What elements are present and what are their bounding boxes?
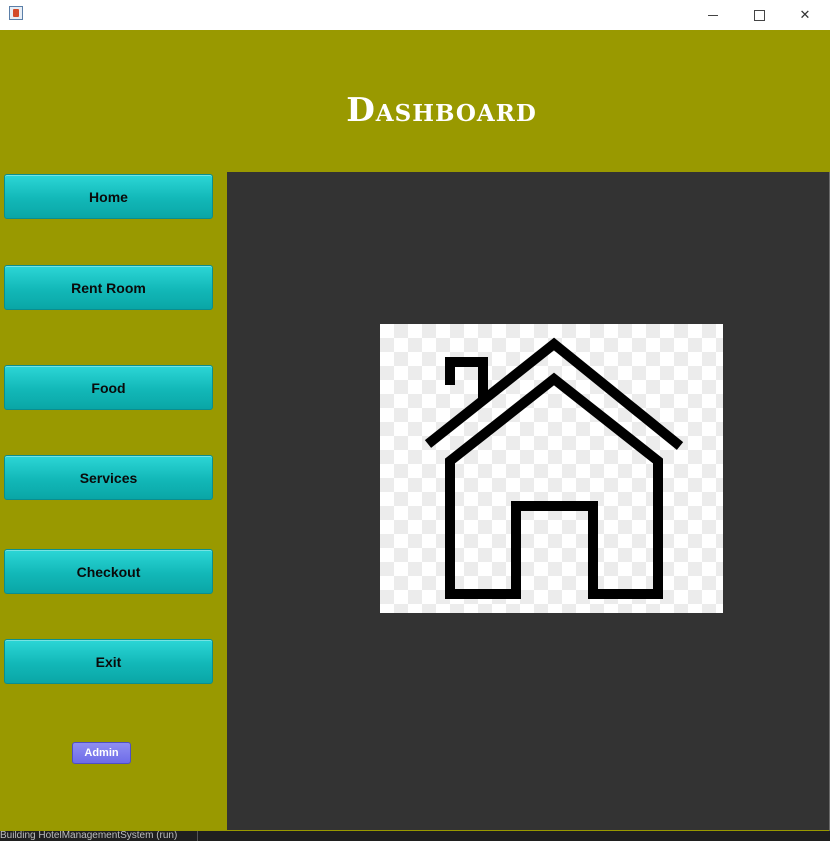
close-icon: ✕ xyxy=(799,7,811,23)
minimize-button[interactable] xyxy=(690,0,736,30)
home-button[interactable]: Home xyxy=(4,174,213,219)
admin-button[interactable]: Admin xyxy=(72,742,131,764)
sidebar: Home Rent Room Food Services Checkout Ex… xyxy=(0,172,227,830)
title-bar[interactable]: ✕ xyxy=(0,0,830,30)
rent-room-button[interactable]: Rent Room xyxy=(4,265,213,310)
app-window: ✕ Dashboard Home Rent Room Food Services… xyxy=(0,0,830,831)
maximize-button[interactable] xyxy=(736,0,782,30)
page-title: Dashboard xyxy=(346,90,537,129)
exit-button[interactable]: Exit xyxy=(4,639,213,684)
header-panel: Dashboard xyxy=(0,30,830,172)
close-button[interactable]: ✕ xyxy=(782,0,828,30)
food-button[interactable]: Food xyxy=(4,365,213,410)
status-text: Building HotelManagementSystem (run) xyxy=(0,831,198,841)
house-image xyxy=(380,324,723,613)
house-icon xyxy=(424,337,684,599)
checkout-button[interactable]: Checkout xyxy=(4,549,213,594)
minimize-icon xyxy=(708,14,718,16)
content-panel xyxy=(227,172,829,830)
java-app-icon xyxy=(9,6,23,20)
services-button[interactable]: Services xyxy=(4,455,213,500)
maximize-icon xyxy=(753,9,765,21)
